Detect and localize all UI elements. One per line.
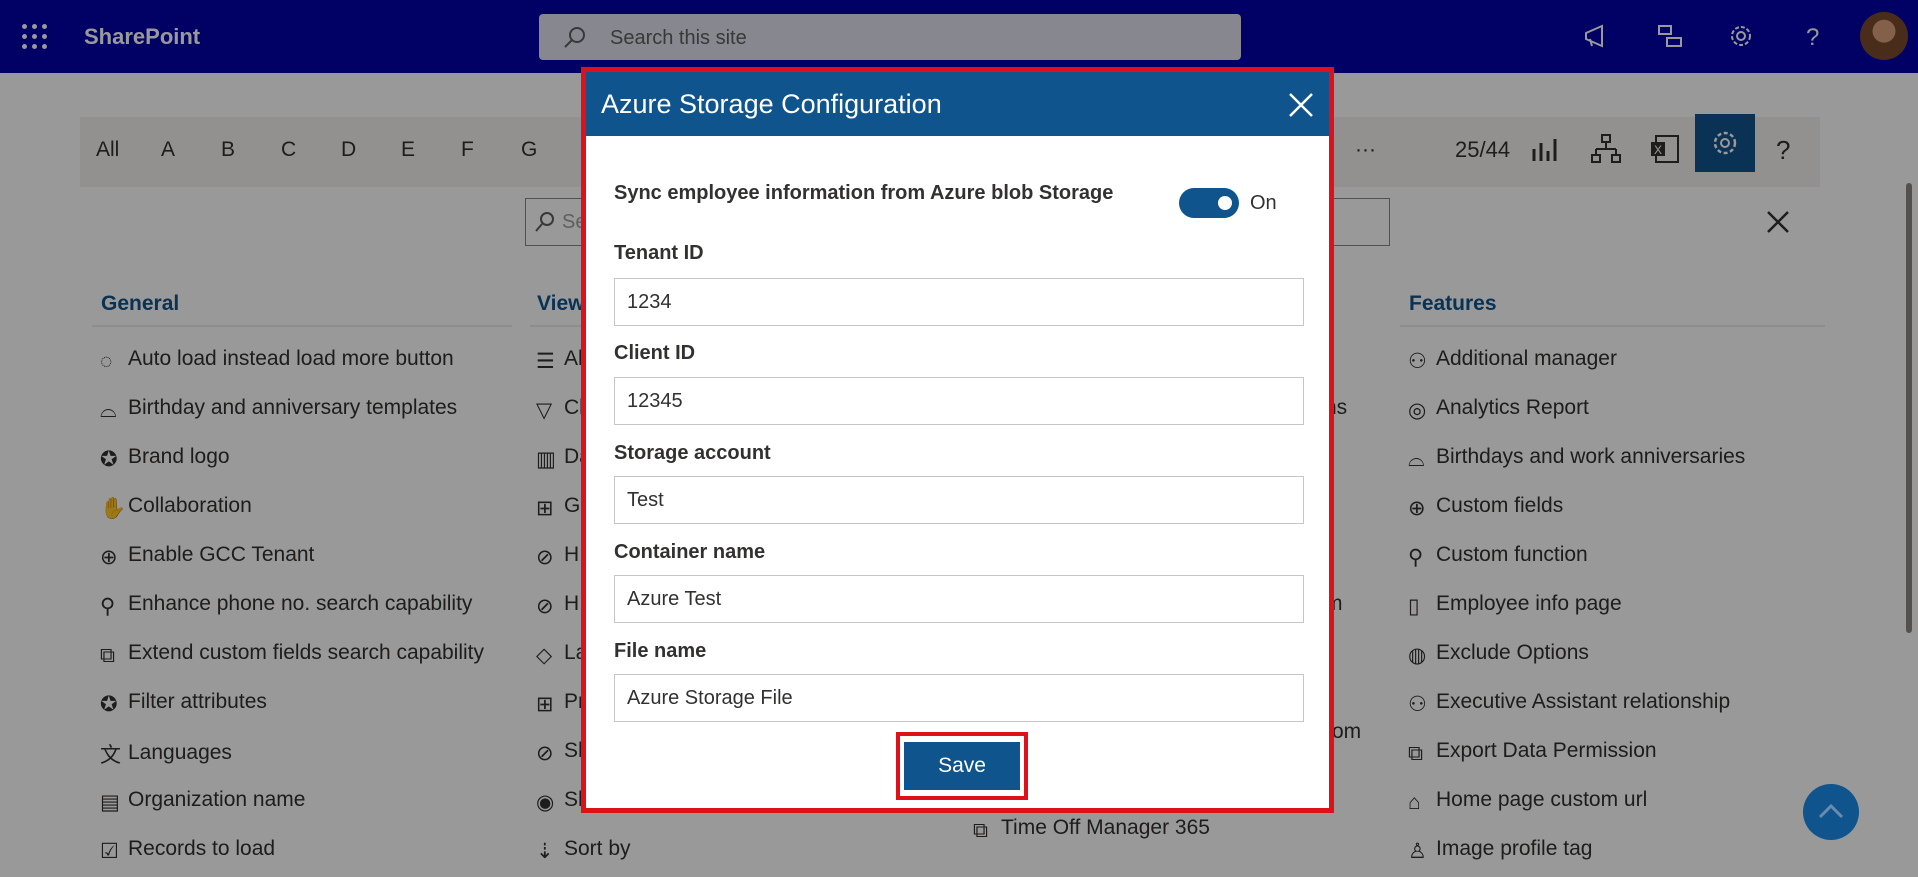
toggle-knob	[1218, 196, 1232, 210]
tenant-id-input[interactable]	[614, 278, 1304, 326]
chevron-up-icon	[1818, 803, 1844, 819]
client-id-input[interactable]	[614, 377, 1304, 425]
file-name-label: File name	[614, 640, 707, 662]
file-name-input[interactable]	[614, 674, 1304, 722]
container-name-input[interactable]	[614, 575, 1304, 623]
client-id-label: Client ID	[614, 342, 696, 364]
close-icon[interactable]	[1286, 90, 1316, 120]
tenant-id-label: Tenant ID	[614, 242, 704, 264]
azure-storage-dialog: Azure Storage Configuration Sync employe…	[581, 67, 1334, 813]
container-name-label: Container name	[614, 541, 766, 563]
dialog-title: Azure Storage Configuration	[601, 89, 942, 119]
storage-account-input[interactable]	[614, 476, 1304, 524]
sync-toggle[interactable]	[1179, 188, 1239, 218]
save-highlight: Save	[896, 732, 1028, 800]
dialog-header: Azure Storage Configuration	[586, 72, 1329, 136]
toggle-state: On	[1250, 192, 1277, 214]
scroll-to-top-button[interactable]	[1803, 784, 1859, 840]
save-button[interactable]: Save	[904, 742, 1020, 790]
sync-label: Sync employee information from Azure blo…	[614, 182, 1114, 204]
storage-account-label: Storage account	[614, 442, 771, 464]
